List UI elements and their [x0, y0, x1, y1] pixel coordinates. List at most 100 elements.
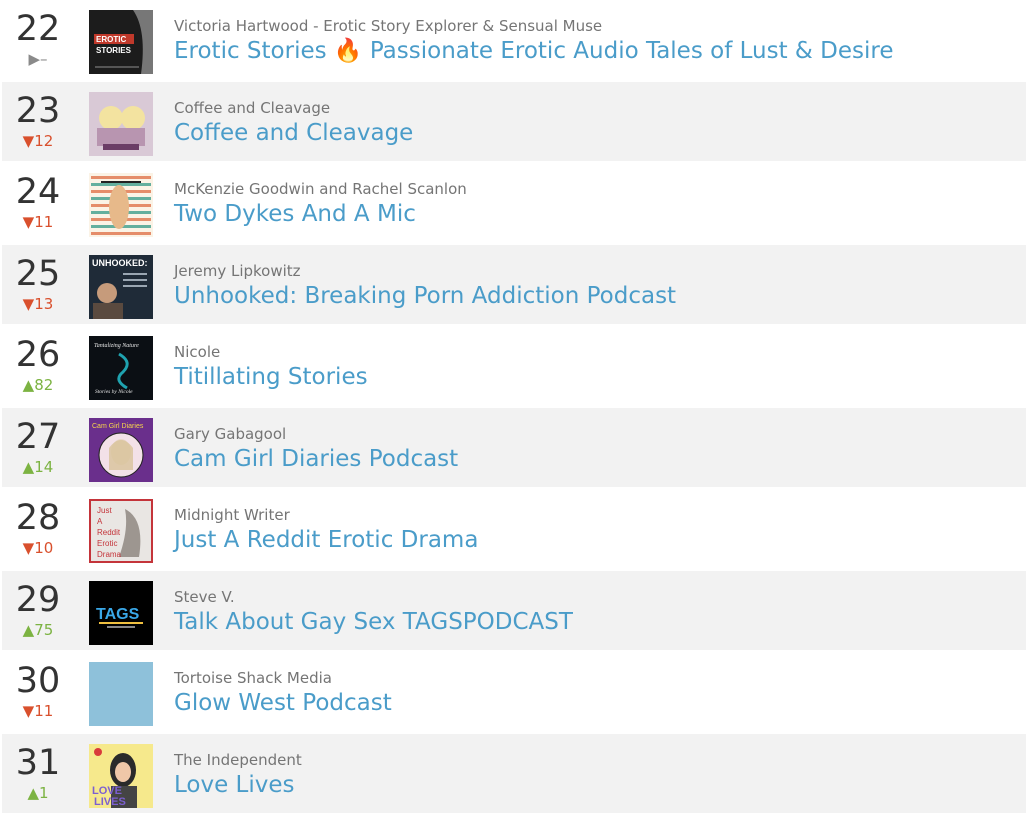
podcast-title-link[interactable]: Glow West Podcast [174, 688, 1018, 718]
glow-west-podcast-cover[interactable] [89, 662, 153, 726]
no-change-icon: ▶– [28, 50, 48, 68]
rank-number: 29 [15, 579, 61, 620]
rank-number: 31 [15, 742, 61, 783]
rank-number: 25 [15, 253, 61, 294]
podcast-meta: Nicole Titillating Stories [174, 343, 1018, 392]
love-lives-cover-image: LOVELIVES [89, 743, 153, 808]
chart-row[interactable]: 24 ▼11 McKenzie Goodwin and Rachel Scanlon… [2, 163, 1026, 245]
arrow-down-icon: ▼ [22, 213, 35, 231]
podcast-title-link[interactable]: Unhooked: Breaking Porn Addiction Podcas… [174, 281, 1018, 311]
svg-text:Cam Girl Diaries: Cam Girl Diaries [92, 423, 144, 430]
rank-change-value: 12 [34, 131, 54, 150]
rank-change-value: 10 [34, 539, 54, 557]
chart-row[interactable]: 25 ▼13 UNHOOKED: Jeremy Lipkowitz Unhooked: … [2, 244, 1026, 326]
rank-change: ▲82 [2, 376, 74, 394]
coffee-and-cleavage-cover[interactable] [89, 91, 153, 156]
podcast-author: Coffee and Cleavage [174, 98, 331, 117]
rank-change-value: 1 [39, 783, 49, 802]
cam-girl-diaries-cover-image: Cam Girl Diaries [89, 417, 153, 482]
titillating-stories-cover[interactable]: Tantalizing Nature Stories by Nicole [89, 336, 153, 400]
rank-number: 28 [15, 498, 61, 538]
svg-text:Just: Just [97, 506, 112, 515]
rank-block: 25 ▼13 [2, 255, 74, 313]
chart-row[interactable]: 27 ▲14 Cam Girl Diaries Gary Gabagool Cam Gi… [2, 407, 1026, 489]
podcast-author: Tortoise Shack Media [174, 669, 332, 687]
podcast-title-link[interactable]: Love Lives [174, 770, 1018, 800]
rank-change: ▼10 [2, 539, 74, 557]
rank-change-value: 82 [34, 376, 54, 394]
rank-change: ▶– [2, 50, 74, 68]
erotic-stories-cover-image: EROTIC STORIES [89, 10, 153, 74]
unhooked-cover-image: UNHOOKED: [89, 254, 153, 319]
podcast-title-link[interactable]: Cam Girl Diaries Podcast [174, 444, 1018, 474]
unhooked-cover[interactable]: UNHOOKED: [89, 254, 153, 319]
chart-row[interactable]: 23 ▼12 Coffee and Cleavage Coffee and Cleav… [2, 81, 1026, 163]
chart-row[interactable]: 28 ▼10 Just A Reddit Erotic Drama Midnight Writ… [2, 489, 1026, 571]
rank-number: 27 [15, 416, 61, 457]
svg-text:Stories by Nicole: Stories by Nicole [95, 389, 133, 395]
rank-change: ▼13 [2, 295, 74, 313]
rank-change: ▲14 [2, 458, 74, 476]
svg-text:STORIES: STORIES [96, 46, 132, 55]
podcast-meta: Midnight Writer Just A Reddit Erotic Dram… [174, 506, 1018, 555]
podcast-meta: Victoria Hartwood - Erotic Story Explore… [174, 17, 1018, 66]
chart-row[interactable]: 26 ▲82 Tantalizing Nature Stories by Nicole… [2, 326, 1026, 408]
svg-text:LIVES: LIVES [94, 796, 126, 808]
just-a-reddit-erotic-drama-cover-image: Just A Reddit Erotic Drama [89, 499, 153, 563]
rank-change: ▲1 [2, 784, 74, 802]
arrow-down-icon: ▼ [22, 294, 35, 313]
podcast-title-link[interactable]: Talk About Gay Sex TAGSPODCAST [174, 607, 1018, 637]
podcast-title-link[interactable]: Coffee and Cleavage [174, 118, 1018, 148]
podcast-author: Midnight Writer [174, 506, 290, 524]
arrow-up-icon: ▲ [22, 376, 35, 394]
chart-row[interactable]: 30 ▼11 Tortoise Shack Media Glow West Podca… [2, 652, 1026, 734]
tagspodcast-cover[interactable]: TAGS [89, 580, 153, 645]
titillating-stories-cover-image: Tantalizing Nature Stories by Nicole [89, 336, 153, 400]
chart-row[interactable]: 22 ▶– EROTIC STORIES Victoria Hartwood - Ero… [2, 0, 1026, 82]
rank-change-value: 75 [34, 620, 54, 639]
rank-block: 27 ▲14 [2, 418, 74, 476]
two-dykes-and-a-mic-cover-image [89, 173, 153, 237]
podcast-author: McKenzie Goodwin and Rachel Scanlon [174, 180, 467, 198]
podcast-title-link[interactable]: Just A Reddit Erotic Drama [174, 525, 1018, 555]
cam-girl-diaries-cover[interactable]: Cam Girl Diaries [89, 417, 153, 482]
rank-change-value: 11 [34, 213, 54, 231]
rank-block: 29 ▲75 [2, 581, 74, 639]
podcast-chart-list: 22 ▶– EROTIC STORIES Victoria Hartwood - Ero… [2, 0, 1026, 815]
just-a-reddit-erotic-drama-cover[interactable]: Just A Reddit Erotic Drama [89, 499, 153, 563]
podcast-meta: Coffee and Cleavage Coffee and Cleavage [174, 99, 1018, 148]
two-dykes-and-a-mic-cover[interactable] [89, 173, 153, 237]
rank-block: 28 ▼10 [2, 499, 74, 557]
svg-text:TAGS: TAGS [96, 606, 140, 623]
podcast-title-link[interactable]: Titillating Stories [174, 362, 1018, 392]
arrow-up-icon: ▲ [22, 457, 35, 476]
rank-change: ▲75 [2, 621, 74, 639]
rank-block: 26 ▲82 [2, 336, 74, 394]
svg-text:UNHOOKED:: UNHOOKED: [92, 258, 148, 268]
erotic-stories-cover[interactable]: EROTIC STORIES [89, 10, 153, 74]
podcast-meta: Gary Gabagool Cam Girl Diaries Podcast [174, 425, 1018, 474]
love-lives-cover[interactable]: LOVE LIVES [89, 743, 153, 808]
arrow-down-icon: ▼ [22, 131, 35, 150]
chart-row[interactable]: 29 ▲75 TAGS Steve V. Talk About Gay Sex TAGS… [2, 570, 1026, 652]
svg-text:Tantalizing Nature: Tantalizing Nature [94, 343, 139, 349]
podcast-author: Gary Gabagool [174, 424, 287, 443]
svg-text:A: A [97, 517, 103, 526]
rank-number: 22 [15, 9, 61, 49]
podcast-meta: McKenzie Goodwin and Rachel Scanlon Two D… [174, 180, 1018, 229]
podcast-author: Nicole [174, 343, 221, 361]
chart-row[interactable]: 31 ▲1 LOVE LIVES The Independent Love Lives [2, 733, 1026, 815]
podcast-meta: Steve V. Talk About Gay Sex TAGSPODCAST [174, 588, 1018, 637]
rank-number: 24 [15, 172, 61, 212]
podcast-title-link[interactable]: Erotic Stories 🔥 Passionate Erotic Audio… [174, 36, 1018, 66]
podcast-author: Jeremy Lipkowitz [174, 261, 301, 280]
coffee-and-cleavage-cover-image [89, 91, 153, 156]
glow-west-podcast-cover-image [89, 662, 153, 726]
rank-block: 30 ▼11 [2, 662, 74, 720]
arrow-down-icon: ▼ [22, 702, 35, 720]
podcast-meta: The Independent Love Lives [174, 751, 1018, 800]
rank-change-value: 11 [34, 702, 54, 720]
podcast-author: Steve V. [174, 587, 235, 606]
podcast-author: The Independent [174, 750, 302, 769]
podcast-title-link[interactable]: Two Dykes And A Mic [174, 199, 1018, 229]
